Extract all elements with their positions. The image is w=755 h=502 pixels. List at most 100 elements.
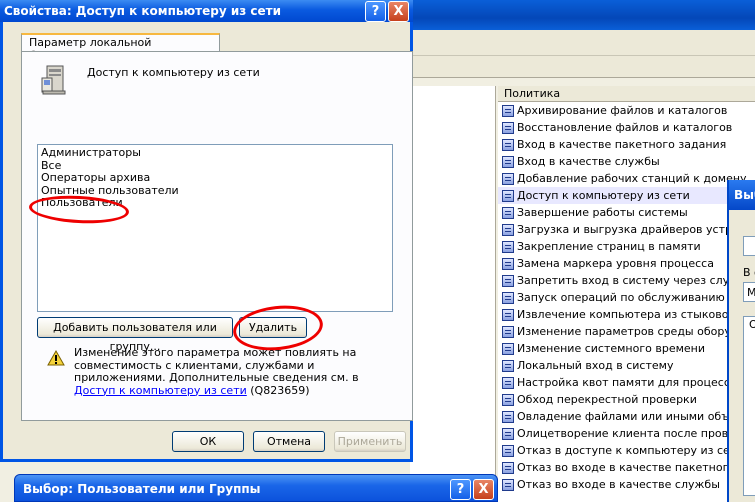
help-button[interactable]: ? <box>365 1 386 22</box>
policy-icon <box>502 444 514 457</box>
help-link[interactable]: Доступ к компьютеру из сети <box>74 384 247 397</box>
warning-message: Изменение этого параметра может повлиять… <box>74 346 389 397</box>
warning-text: Изменение этого параметра может повлиять… <box>74 346 359 384</box>
policy-label: Загрузка и выгрузка драйверов устройств <box>517 223 755 236</box>
policy-rows: Архивирование файлов и каталогов Восстано… <box>498 102 755 493</box>
policy-icon <box>502 138 514 151</box>
policy-label: Отказ в доступе к компьютеру из сети <box>517 444 744 457</box>
policy-icon <box>502 223 514 236</box>
policy-label: Восстановление файлов и каталогов <box>517 121 733 134</box>
policy-row[interactable]: Изменение параметров среды оборудования <box>498 323 755 340</box>
peek-field-1[interactable] <box>743 236 755 256</box>
policy-icon <box>502 325 514 338</box>
policy-row[interactable]: Извлечение компьютера из стыковочного <box>498 306 755 323</box>
policy-label: Запуск операций по обслуживанию тома <box>517 291 755 304</box>
policy-row[interactable]: Олицетворение клиента после проверки <box>498 425 755 442</box>
background-menubar <box>410 30 755 56</box>
member-item[interactable]: Операторы архива <box>41 171 389 185</box>
policy-icon <box>502 172 514 185</box>
policy-row[interactable]: Запуск операций по обслуживанию тома <box>498 289 755 306</box>
policy-row[interactable]: Отказ во входе в качестве пакетного зада… <box>498 459 755 476</box>
policy-icon <box>502 478 514 491</box>
policy-icon <box>502 461 514 474</box>
policy-row[interactable]: Запретить вход в систему через службу <box>498 272 755 289</box>
policy-row[interactable]: Локальный вход в систему <box>498 357 755 374</box>
policy-label: Добавление рабочих станций к домену <box>517 172 747 185</box>
policy-row[interactable]: Архивирование файлов и каталогов <box>498 102 755 119</box>
policy-label: Отказ во входе в качестве пакетного зада… <box>517 461 755 474</box>
policy-icon <box>502 376 514 389</box>
select-help-button[interactable]: ? <box>450 479 471 500</box>
policy-icon <box>502 189 514 202</box>
member-item[interactable]: Администраторы <box>41 146 389 160</box>
policy-label: Локальный вход в систему <box>517 359 674 372</box>
policy-icon <box>502 155 514 168</box>
policy-row[interactable]: Вход в качестве службы <box>498 153 755 170</box>
members-listbox[interactable]: Администраторы Все Операторы архива Опыт… <box>37 144 393 312</box>
policy-label: Замена маркера уровня процесса <box>517 257 714 270</box>
policy-icon <box>502 359 514 372</box>
properties-dialog: Свойства: Доступ к компьютеру из сети ? … <box>0 0 413 462</box>
policy-row[interactable]: Замена маркера уровня процесса <box>498 255 755 272</box>
select-users-title: Выбор: Пользователи или Группы <box>23 482 261 496</box>
policy-row[interactable]: Обход перекрестной проверки <box>498 391 755 408</box>
close-button[interactable]: X <box>388 1 409 22</box>
policy-row[interactable]: Закрепление страниц в памяти <box>498 238 755 255</box>
policy-icon <box>502 393 514 406</box>
dialog-title: Свойства: Доступ к компьютеру из сети <box>4 4 282 18</box>
tree-pane[interactable] <box>410 86 496 502</box>
dialog-titlebar[interactable]: Свойства: Доступ к компьютеру из сети ? … <box>0 0 413 22</box>
policy-icon <box>502 206 514 219</box>
policy-label: Архивирование файлов и каталогов <box>517 104 728 117</box>
policy-row[interactable]: Восстановление файлов и каталогов <box>498 119 755 136</box>
peek-label-2: В о <box>743 266 755 279</box>
policy-icon <box>502 308 514 321</box>
select-users-dialog[interactable]: Выбор: Пользователи или Группы ? X <box>14 474 498 502</box>
policy-label: Завершение работы системы <box>517 206 688 219</box>
policy-label: Изменение параметров среды оборудования <box>517 325 755 338</box>
policy-label: Отказ во входе в качестве службы <box>517 478 720 491</box>
policy-icon <box>502 410 514 423</box>
policy-row[interactable]: Добавление рабочих станций к домену <box>498 170 755 187</box>
cancel-button[interactable]: Отмена <box>253 431 325 452</box>
policy-label: Овладение файлами или иными объектами <box>517 410 755 423</box>
policy-label: Доступ к компьютеру из сети <box>517 189 690 202</box>
policy-row[interactable]: Овладение файлами или иными объектами <box>498 408 755 425</box>
policy-list[interactable]: Политика Архивирование файлов и каталого… <box>498 86 755 502</box>
policy-row[interactable]: Изменение системного времени <box>498 340 755 357</box>
policy-icon <box>502 121 514 134</box>
policy-label: Обход перекрестной проверки <box>517 393 697 406</box>
select-close-button[interactable]: X <box>473 479 494 500</box>
policy-icon <box>502 274 514 287</box>
warning-kb: (Q823659) <box>246 383 310 397</box>
peek-label-3: М <box>747 286 755 299</box>
policy-row[interactable]: Отказ во входе в качестве службы <box>498 476 755 493</box>
policy-row[interactable]: Доступ к компьютеру из сети <box>498 187 755 204</box>
policy-row[interactable]: Отказ в доступе к компьютеру из сети <box>498 442 755 459</box>
policy-row[interactable]: Завершение работы системы <box>498 204 755 221</box>
background-toolbar <box>410 56 755 78</box>
policy-name: Доступ к компьютеру из сети <box>87 66 260 79</box>
policy-column-header[interactable]: Политика <box>498 86 755 102</box>
policy-row[interactable]: Загрузка и выгрузка драйверов устройств <box>498 221 755 238</box>
add-user-or-group-button[interactable]: Добавить пользователя или группу... <box>37 317 233 353</box>
policy-label: Олицетворение клиента после проверки <box>517 427 755 440</box>
ok-button[interactable]: ОК <box>172 431 244 452</box>
peeking-dialog-title: Выб <box>729 180 755 210</box>
policy-row[interactable]: Настройка квот памяти для процесса <box>498 374 755 391</box>
policy-label: Закрепление страниц в памяти <box>517 240 701 253</box>
peek-label-4: О <box>749 318 755 331</box>
policy-label: Вход в качестве службы <box>517 155 660 168</box>
policy-icon <box>502 427 514 440</box>
policy-row[interactable]: Вход в качестве пакетного задания <box>498 136 755 153</box>
policy-icon <box>502 240 514 253</box>
tab-local-security-setting[interactable]: Параметр локальной безопасности <box>21 33 220 62</box>
policy-label: Вход в качестве пакетного задания <box>517 138 727 151</box>
policy-label: Изменение системного времени <box>517 342 705 355</box>
computer-icon <box>41 65 66 95</box>
apply-button[interactable]: Применить <box>334 431 406 452</box>
peeking-dialog: Выб П В о М О <box>727 180 755 502</box>
policy-icon <box>502 257 514 270</box>
peek-panel <box>743 316 755 496</box>
policy-icon <box>502 342 514 355</box>
